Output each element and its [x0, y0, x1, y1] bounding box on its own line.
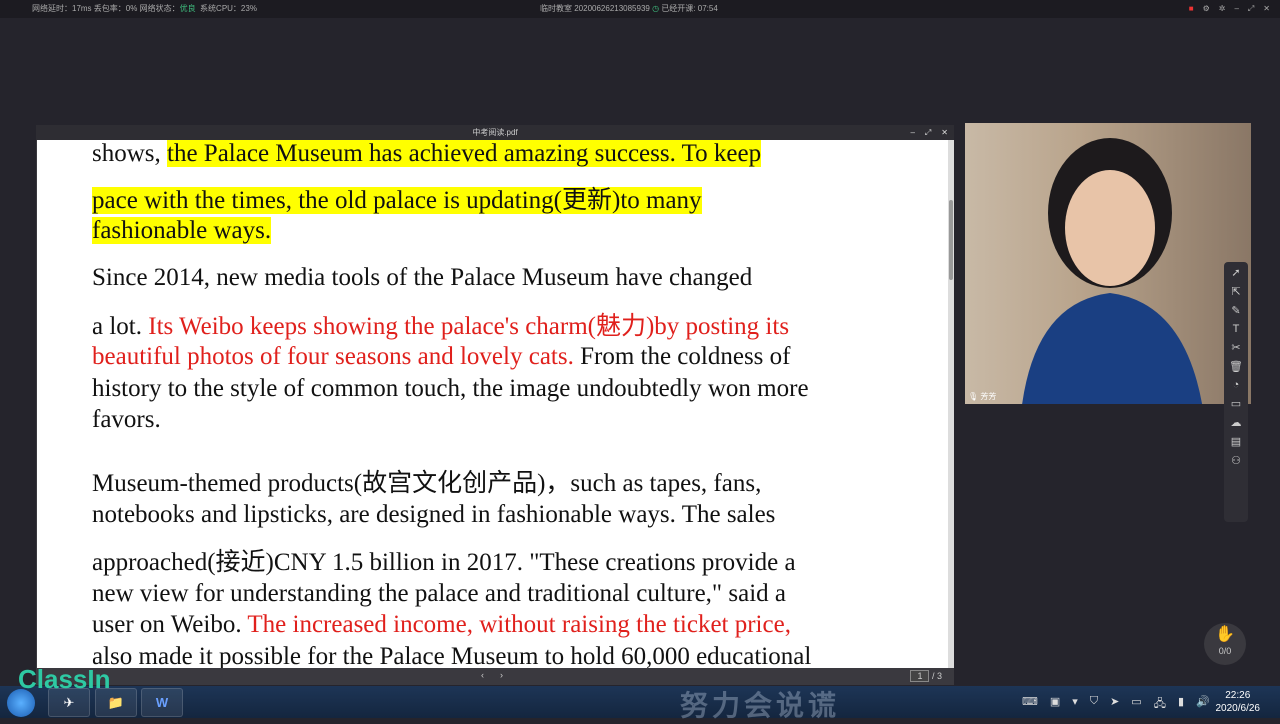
- battery-icon[interactable]: ▮: [1178, 695, 1184, 714]
- taskbar: ✈ 📁 W ⌨ ▣ ▾ ⛉ ➤ ▭ 🖧 ▮ 🔊 22:26 2020/6/26: [0, 686, 1280, 718]
- text-line: user on Weibo. The increased income, wit…: [92, 611, 791, 639]
- close-icon[interactable]: ✕: [941, 125, 948, 140]
- teacher-image: [1022, 138, 1203, 404]
- network-status: 优良: [179, 4, 196, 13]
- classroom-id: 临时教室 2020062621308593​9: [540, 4, 650, 13]
- chat-icon[interactable]: ▭: [1231, 397, 1241, 410]
- tool-bar: ➚ ⇱ ✎ T ✂ 🗑 ◔ ▭ ☁ ▤ ⚇: [1224, 262, 1248, 522]
- text-line: a lot. Its Weibo keeps showing the palac…: [92, 306, 789, 342]
- text-icon[interactable]: T: [1233, 323, 1240, 335]
- toolbox-icon[interactable]: ▤: [1231, 435, 1241, 448]
- text-segment: fashionable ways.: [92, 217, 272, 244]
- app-icon[interactable]: ▾: [1072, 695, 1078, 714]
- scrollbar-thumb[interactable]: [949, 200, 953, 280]
- packet-loss: 丢包率：0%: [93, 4, 138, 13]
- text-segment: From the coldness of: [573, 343, 791, 370]
- text-segment: the Palace Museum has achieved amazing s…: [167, 140, 762, 167]
- network-app-icon[interactable]: ➤: [1110, 695, 1119, 714]
- minimize-icon[interactable]: –: [1234, 0, 1238, 18]
- text-line: shows, the Palace Museum has achieved am…: [92, 140, 762, 168]
- text-line: fashionable ways.: [92, 217, 272, 245]
- pdf-title-bar[interactable]: 中考阅读.pdf – ⤢ ✕: [36, 125, 954, 140]
- text-line: also made it possible for the Palace Mus…: [92, 643, 811, 668]
- text-line: pace with the times, the old palace is u…: [92, 180, 702, 216]
- pdf-window: 中考阅读.pdf – ⤢ ✕ shows, the Palace Museum ha…: [36, 125, 954, 685]
- text-line: beautiful photos of four seasons and lov…: [92, 343, 790, 371]
- gear-icon[interactable]: ⚙: [1203, 0, 1210, 18]
- next-page-button[interactable]: ›: [500, 670, 503, 680]
- text-line: favors.: [92, 406, 161, 434]
- text-segment: beautiful photos of four seasons and lov…: [92, 343, 574, 370]
- text-line: Museum-themed products(故宫文化创产品)，such as …: [92, 463, 761, 499]
- text-line: approached(接近)CNY 1.5 billion in 2017. "…: [92, 542, 796, 578]
- pdf-page: shows, the Palace Museum has achieved am…: [37, 140, 948, 668]
- close-icon[interactable]: ✕: [1263, 0, 1270, 18]
- text-segment: approached(接近)CNY 1.5 billion in 2017. "…: [92, 549, 796, 576]
- latency: 网络延时：17ms: [32, 4, 92, 13]
- pointer-icon[interactable]: ➚: [1231, 266, 1240, 279]
- scissors-icon[interactable]: ✂: [1231, 341, 1240, 354]
- pdf-footer: ‹ › 1 / 3: [36, 668, 954, 685]
- status-bar: 网络延时：17ms 丢包率：0% 网络状态：优良 系统CPU：23% 临时教室 …: [0, 0, 1280, 18]
- elapsed-time: 已经开课: 07:54: [661, 4, 718, 13]
- page-number-input[interactable]: 1: [910, 670, 930, 682]
- text-line: new view for understanding the palace an…: [92, 580, 786, 608]
- pin-icon[interactable]: ✲: [1219, 0, 1226, 18]
- prev-page-button[interactable]: ‹: [481, 670, 484, 680]
- pen-icon[interactable]: ✎: [1231, 304, 1240, 317]
- cpu-usage: 系统CPU：23%: [200, 4, 257, 13]
- text-line: history to the style of common touch, th…: [92, 375, 809, 403]
- trash-icon[interactable]: 🗑: [1229, 360, 1243, 373]
- text-segment: The increased income, without raising th…: [247, 611, 791, 638]
- record-icon[interactable]: ■: [1189, 0, 1194, 18]
- text-segment: new view for understanding the palace an…: [92, 580, 786, 607]
- text-segment: favors.: [92, 406, 161, 433]
- usb-icon[interactable]: ▣: [1050, 695, 1060, 714]
- clock-icon: ◷: [652, 4, 660, 13]
- text-segment: user on Weibo.: [92, 611, 248, 638]
- text-segment: history to the style of common touch, th…: [92, 375, 809, 402]
- scrollbar[interactable]: [948, 140, 954, 668]
- display-icon[interactable]: ▭: [1131, 695, 1141, 714]
- users-icon[interactable]: ⚇: [1231, 454, 1241, 467]
- text-segment: pace with the times, the old palace is u…: [92, 187, 702, 214]
- shield-icon[interactable]: ⛉: [1090, 695, 1098, 714]
- page-total: / 3: [931, 671, 942, 681]
- classin-logo: ClassIn: [18, 664, 111, 694]
- hand-count: 0/0: [1218, 646, 1232, 656]
- maximize-icon[interactable]: ⤢: [925, 125, 931, 140]
- keyboard-icon[interactable]: ⌨: [1022, 695, 1038, 714]
- text-segment: notebooks and lipsticks, are designed in…: [92, 501, 776, 528]
- text-segment: Museum-themed products(故宫文化创产品)，such as …: [92, 470, 762, 497]
- maximize-icon[interactable]: ⤢: [1248, 0, 1254, 18]
- teacher-video: 🎙 芳芳: [965, 123, 1251, 404]
- timer-icon[interactable]: ◔: [1233, 379, 1240, 391]
- text-line: Since 2014, new media tools of the Palac…: [92, 264, 752, 292]
- volume-icon[interactable]: 🔊: [1196, 695, 1210, 714]
- network-label: 网络状态：: [139, 4, 180, 13]
- word-button[interactable]: W: [141, 688, 183, 717]
- cloud-icon[interactable]: ☁: [1231, 416, 1242, 429]
- text-segment: Its Weibo keeps showing the palace's cha…: [148, 313, 790, 340]
- text-segment: Since 2014, new media tools of the Palac…: [92, 264, 753, 291]
- hand-icon: ✋: [1215, 626, 1235, 643]
- select-icon[interactable]: ⇱: [1231, 285, 1240, 298]
- raise-hand-button[interactable]: ✋ 0/0: [1204, 623, 1246, 665]
- text-line: notebooks and lipsticks, are designed in…: [92, 501, 775, 529]
- system-tray: ⌨ ▣ ▾ ⛉ ➤ ▭ 🖧 ▮ 🔊: [1022, 695, 1210, 714]
- text-segment: shows,: [92, 140, 168, 167]
- pdf-title: 中考阅读.pdf: [472, 128, 518, 137]
- participant-name: 🎙 芳芳: [968, 392, 997, 401]
- minimize-icon[interactable]: –: [910, 125, 914, 140]
- text-segment: a lot.: [92, 313, 149, 340]
- network-icon[interactable]: 🖧: [1154, 695, 1166, 714]
- clock[interactable]: 22:26 2020/6/26: [1216, 689, 1261, 715]
- watermark: 努力会说谎: [680, 690, 841, 721]
- text-segment: also made it possible for the Palace Mus…: [92, 643, 812, 668]
